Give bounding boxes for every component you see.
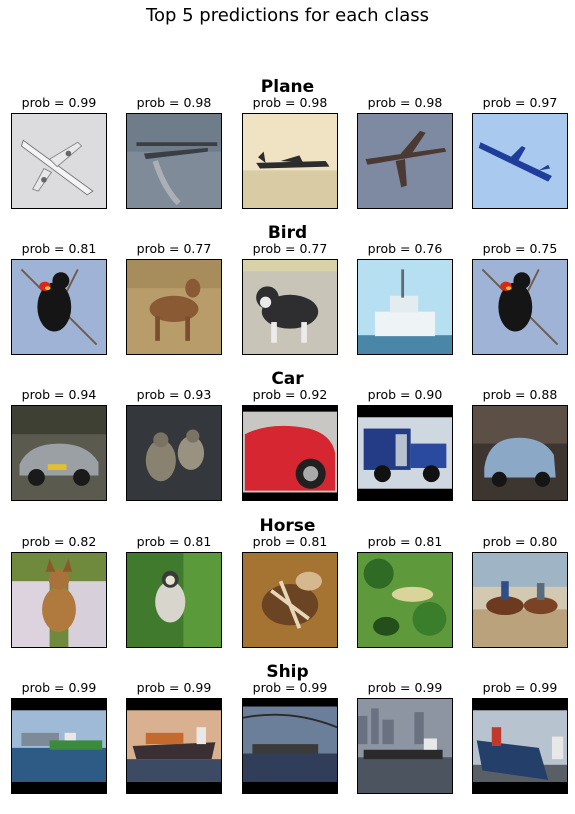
prob-label: prob = 0.81 xyxy=(136,534,212,549)
prob-label: prob = 0.94 xyxy=(21,387,97,402)
ship-city-skyline-image xyxy=(357,698,453,794)
blue-jet-image xyxy=(472,113,568,209)
green-ship-city-image xyxy=(11,698,107,794)
ship-image xyxy=(357,259,453,355)
prob-label: prob = 0.82 xyxy=(21,534,97,549)
monkeys-image xyxy=(126,405,222,501)
deer-image xyxy=(126,259,222,355)
prob-label: prob = 0.98 xyxy=(252,95,328,110)
prob-label: prob = 0.75 xyxy=(482,241,558,256)
military-transport-plane-image xyxy=(126,113,222,209)
patrol-plane-image xyxy=(242,113,338,209)
prob-label: prob = 0.99 xyxy=(21,95,97,110)
row-title-plane: Plane xyxy=(260,77,315,97)
prob-label: prob = 0.81 xyxy=(252,534,328,549)
airliner-image xyxy=(11,113,107,209)
small-blue-car-image xyxy=(472,405,568,501)
prob-label: prob = 0.90 xyxy=(367,387,443,402)
red-winged-blackbird-image xyxy=(472,259,568,355)
prob-label: prob = 0.93 xyxy=(136,387,212,402)
prob-label: prob = 0.88 xyxy=(482,387,558,402)
prob-label: prob = 0.80 xyxy=(482,534,558,549)
green-foliage-image xyxy=(357,552,453,648)
prob-label: prob = 0.77 xyxy=(252,241,328,256)
prob-label: prob = 0.81 xyxy=(367,534,443,549)
bird-in-hand-image xyxy=(242,552,338,648)
prob-label: prob = 0.98 xyxy=(136,95,212,110)
dog-held-by-person-image xyxy=(11,552,107,648)
cargo-ship-image xyxy=(126,698,222,794)
monkey-in-tree-image xyxy=(126,552,222,648)
red-car-image xyxy=(242,405,338,501)
prob-label: prob = 0.99 xyxy=(252,680,328,695)
prob-label: prob = 0.99 xyxy=(367,680,443,695)
cargo-ship-dock-image xyxy=(472,698,568,794)
prob-label: prob = 0.98 xyxy=(367,95,443,110)
prob-label: prob = 0.99 xyxy=(136,680,212,695)
prob-label: prob = 0.92 xyxy=(252,387,328,402)
blue-truck-image xyxy=(357,405,453,501)
row-title-horse: Horse xyxy=(259,516,316,536)
prob-label: prob = 0.76 xyxy=(367,241,443,256)
row-title-car: Car xyxy=(271,369,304,389)
prob-label: prob = 0.99 xyxy=(482,680,558,695)
row-title-ship: Ship xyxy=(266,662,309,682)
silver-sports-car-image xyxy=(11,405,107,501)
figure-title: Top 5 predictions for each class xyxy=(146,5,429,26)
husky-puppy-image xyxy=(242,259,338,355)
row-title-bird: Bird xyxy=(267,223,308,243)
prob-label: prob = 0.81 xyxy=(21,241,97,256)
red-winged-blackbird-image xyxy=(11,259,107,355)
prob-label: prob = 0.97 xyxy=(482,95,558,110)
horse-riders-image xyxy=(472,552,568,648)
ship-bridge-image xyxy=(242,698,338,794)
jet-airliner-image xyxy=(357,113,453,209)
prob-label: prob = 0.99 xyxy=(21,680,97,695)
prob-label: prob = 0.77 xyxy=(136,241,212,256)
